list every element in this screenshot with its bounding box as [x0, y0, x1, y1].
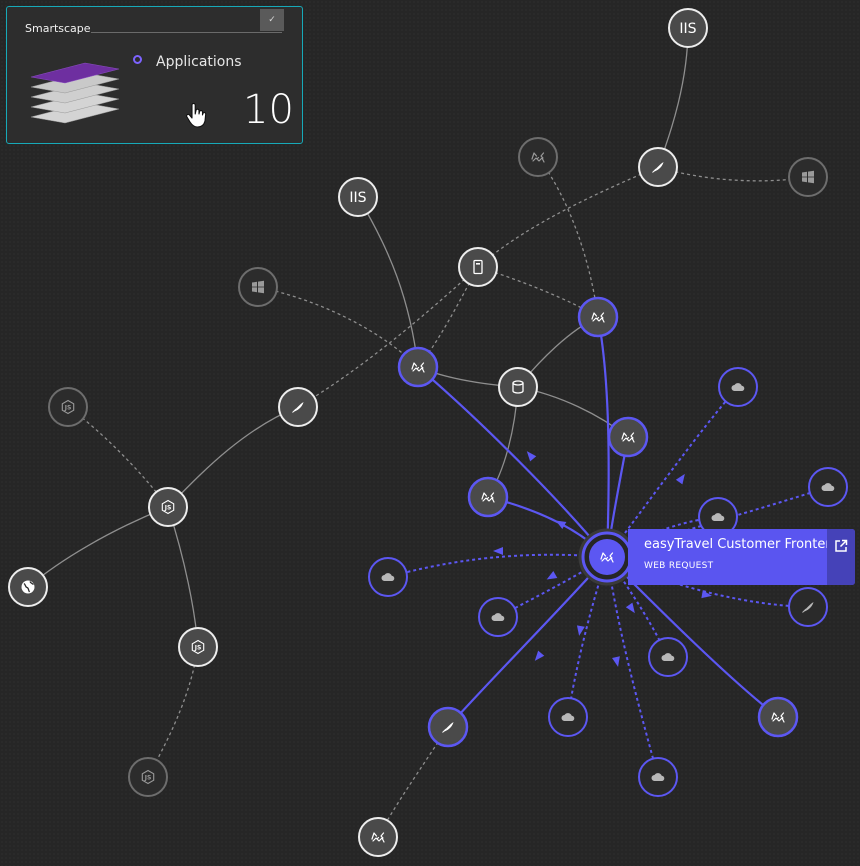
nodejs-node[interactable]: [128, 757, 168, 797]
tooltip-service-type: WEB REQUEST: [644, 561, 714, 571]
arrowhead: [675, 473, 685, 485]
applications-count: 10: [243, 87, 294, 133]
iis-label: IIS: [349, 190, 366, 206]
link: [257, 286, 419, 368]
hand-cursor-icon: [186, 103, 207, 128]
link: [167, 406, 299, 508]
tomcat-node[interactable]: [518, 137, 558, 177]
windows-node[interactable]: [788, 157, 828, 197]
tomcat-node[interactable]: [397, 346, 439, 388]
link: [147, 646, 199, 778]
globe-icon: [20, 579, 36, 595]
nginx-node[interactable]: [638, 147, 678, 187]
cloud-node[interactable]: [548, 697, 588, 737]
arrowhead: [546, 571, 558, 580]
link-active: [387, 553, 608, 578]
links-layer: [27, 27, 829, 838]
cloud-node[interactable]: [648, 637, 688, 677]
globe-node[interactable]: [8, 567, 48, 607]
database-node[interactable]: [498, 367, 538, 407]
tomcat-node[interactable]: [467, 476, 509, 518]
iis-node[interactable]: IIS: [338, 177, 378, 217]
link: [167, 506, 199, 648]
tomcat-node[interactable]: [757, 696, 799, 738]
link-active: [447, 556, 608, 728]
link: [297, 266, 479, 408]
nginx-node[interactable]: [427, 706, 469, 748]
layers-icon: [30, 62, 120, 124]
link-active: [606, 556, 659, 778]
link: [477, 166, 659, 268]
tomcat-node[interactable]: [577, 296, 619, 338]
tooltip-service-name: easyTravel Customer Frontend: [644, 537, 842, 552]
legend-marker: [133, 55, 142, 64]
tomcat-node[interactable]: [607, 416, 649, 458]
link: [537, 156, 599, 318]
cloud-node[interactable]: [718, 367, 758, 407]
service-tooltip[interactable]: easyTravel Customer Frontend WEB REQUEST: [628, 529, 855, 585]
arrowhead: [534, 650, 545, 661]
check-icon[interactable]: ✓: [260, 9, 284, 31]
nodejs-node[interactable]: [148, 487, 188, 527]
nodejs-node[interactable]: [48, 387, 88, 427]
arrowhead: [526, 451, 537, 462]
arrowhead: [625, 602, 635, 614]
link-active: [596, 316, 610, 558]
open-external-icon[interactable]: [827, 529, 855, 585]
nginx-node[interactable]: [788, 587, 828, 627]
arrowhead: [555, 520, 567, 529]
arrowhead: [612, 656, 620, 667]
link: [27, 506, 169, 588]
host-node[interactable]: [458, 247, 498, 287]
link: [357, 196, 419, 368]
smartscape-card[interactable]: Smartscape ✓ Applications 10: [6, 6, 303, 144]
legend-label-applications[interactable]: Applications: [156, 54, 242, 70]
cloud-node[interactable]: [808, 467, 848, 507]
card-title: Smartscape: [25, 22, 91, 35]
cloud-node[interactable]: [638, 757, 678, 797]
link: [67, 406, 169, 508]
link: [657, 27, 689, 168]
nodejs-node[interactable]: [178, 627, 218, 667]
cloud-node[interactable]: [478, 597, 518, 637]
iis-node[interactable]: IIS: [668, 8, 708, 48]
windows-node[interactable]: [238, 267, 278, 307]
arrowhead: [576, 625, 585, 636]
card-divider: [91, 32, 282, 33]
arrowhead: [493, 547, 503, 555]
cloud-node[interactable]: [368, 557, 408, 597]
iis-label: IIS: [679, 21, 696, 37]
link: [657, 166, 809, 182]
nginx-node[interactable]: [278, 387, 318, 427]
tomcat-node[interactable]: [358, 817, 398, 857]
selected-service-node[interactable]: [578, 528, 636, 586]
arrowhead: [701, 590, 712, 599]
